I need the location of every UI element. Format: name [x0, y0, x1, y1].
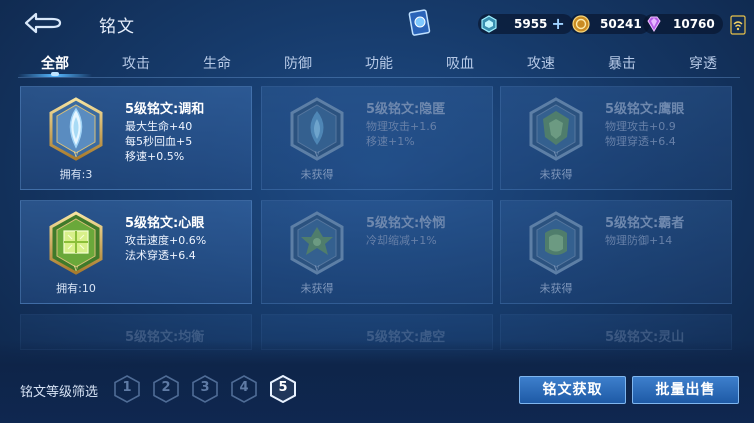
level-filter-number: 5 [278, 380, 288, 395]
rune-attribute: 物理防御+14 [605, 234, 673, 247]
level-filter-5[interactable]: 5 [270, 374, 296, 404]
tab-attack-speed[interactable]: 攻速 [511, 53, 571, 73]
rune-card-overlord[interactable]: V 未获得 5级铭文:霸者 物理防御+14 [500, 200, 732, 304]
tab-divider [18, 77, 740, 78]
level-filter-4[interactable]: 4 [231, 375, 257, 403]
top-bar: 铭文 5955 + 50241 10760 [0, 0, 754, 48]
gem-icon [647, 16, 661, 32]
rune-attribute: 物理穿透+6.4 [605, 135, 676, 148]
rune-attributes: 物理攻击+0.9 物理穿透+6.4 [605, 119, 676, 149]
gold-coin-icon [572, 15, 590, 33]
svg-text:V: V [72, 151, 79, 159]
rune-card-stealth[interactable]: V 未获得 5级铭文:隐匿 物理攻击+1.6 移速+1% [261, 86, 493, 190]
rune-name: 5级铭文:霸者 [605, 216, 685, 231]
tab-lifesteal[interactable]: 吸血 [430, 53, 490, 73]
rune-stealth-icon: V [290, 97, 344, 161]
rune-attribute: 最大生命+40 [125, 120, 193, 133]
tab-health[interactable]: 生命 [187, 53, 247, 73]
svg-text:V: V [552, 151, 559, 159]
rune-name: 5级铭文:鹰眼 [605, 102, 685, 117]
owned-count: 未获得 [539, 168, 573, 181]
rune-card-mercy[interactable]: V 未获得 5级铭文:怜悯 冷却缩减+1% [261, 200, 493, 304]
svg-text:V: V [313, 265, 320, 273]
gold-counter: 50241 [570, 13, 650, 35]
diamond-icon [481, 15, 497, 33]
category-tabs: 全部 攻击 生命 防御 功能 吸血 攻速 暴击 穿透 [0, 48, 754, 78]
owned-count: 未获得 [300, 168, 334, 181]
level-filter-3[interactable]: 3 [192, 375, 218, 403]
rune-mercy-icon: V [290, 211, 344, 275]
rune-attributes: 攻击速度+0.6% 法术穿透+6.4 [125, 233, 206, 263]
rune-name: 5级铭文:隐匿 [366, 102, 446, 117]
rune-mind-eye-icon: V [49, 211, 103, 275]
rune-attribute: 移速+1% [366, 135, 415, 148]
rune-attribute: 物理攻击+0.9 [605, 120, 676, 133]
rune-attribute: 物理攻击+1.6 [366, 120, 437, 133]
rune-attribute: 攻击速度+0.6% [125, 234, 207, 247]
rune-attribute: 移速+0.5% [125, 150, 185, 163]
level-filter-number: 2 [161, 380, 171, 395]
owned-count: 未获得 [300, 282, 334, 295]
level-filter-2[interactable]: 2 [153, 375, 179, 403]
obtain-rune-button[interactable]: 铭文获取 [519, 376, 626, 404]
page-title: 铭文 [99, 17, 135, 37]
svg-text:V: V [313, 151, 320, 159]
rune-card-hawkeye[interactable]: V 未获得 5级铭文:鹰眼 物理攻击+0.9 物理穿透+6.4 [500, 86, 732, 190]
tab-defense[interactable]: 防御 [268, 53, 328, 73]
rune-attribute: 冷却缩减+1% [366, 234, 437, 247]
rune-card-mind-eye[interactable]: V 拥有:10 5级铭文:心眼 攻击速度+0.6% 法术穿透+6.4 [20, 200, 252, 304]
rune-name: 5级铭文:怜悯 [366, 216, 446, 231]
rune-card-harmony[interactable]: V 拥有:3 5级铭文:调和 最大生命+40 每5秒回血+5 移速+0.5% [20, 86, 252, 190]
tab-attack[interactable]: 攻击 [106, 53, 166, 73]
rune-overlord-icon: V [529, 211, 583, 275]
level-filter-number: 3 [200, 380, 210, 395]
level-filter-1[interactable]: 1 [114, 375, 140, 403]
rune-attribute: 每5秒回血+5 [125, 135, 193, 148]
level-filter-number: 4 [239, 380, 249, 395]
gem-value: 10760 [673, 17, 715, 31]
owned-count: 拥有:3 [59, 168, 93, 181]
gem-counter: 10760 [643, 13, 723, 35]
rune-hawkeye-icon: V [529, 97, 583, 161]
svg-text:V: V [552, 265, 559, 273]
wifi-signal-icon [730, 15, 746, 35]
gold-value: 50241 [600, 17, 642, 31]
rune-attributes: 最大生命+40 每5秒回血+5 移速+0.5% [125, 119, 192, 164]
svg-text:V: V [72, 265, 79, 273]
tab-all[interactable]: 全部 [25, 53, 85, 73]
tab-penetration[interactable]: 穿透 [673, 53, 733, 73]
add-diamond-button[interactable]: + [551, 16, 564, 32]
diamond-counter: 5955 + [478, 13, 573, 35]
owned-count: 拥有:10 [56, 282, 96, 295]
bulk-sell-button[interactable]: 批量出售 [632, 376, 739, 404]
rune-name: 5级铭文:调和 [125, 102, 205, 117]
rune-harmony-icon: V [49, 97, 103, 161]
diamond-value: 5955 [514, 17, 548, 31]
rune-attribute: 法术穿透+6.4 [125, 249, 196, 262]
level-filter-number: 1 [122, 380, 132, 395]
rune-attributes: 冷却缩减+1% [366, 233, 437, 248]
rune-attributes: 物理防御+14 [605, 233, 672, 248]
level-filter-label: 铭文等级筛选 [20, 385, 99, 400]
back-arrow-icon[interactable] [22, 10, 64, 36]
rune-card-icon[interactable] [408, 8, 432, 38]
active-tab-dot [51, 72, 59, 76]
rune-name: 5级铭文:心眼 [125, 216, 205, 231]
owned-count: 未获得 [539, 282, 573, 295]
tab-utility[interactable]: 功能 [349, 53, 409, 73]
rune-attributes: 物理攻击+1.6 移速+1% [366, 119, 437, 149]
tab-critical[interactable]: 暴击 [592, 53, 652, 73]
